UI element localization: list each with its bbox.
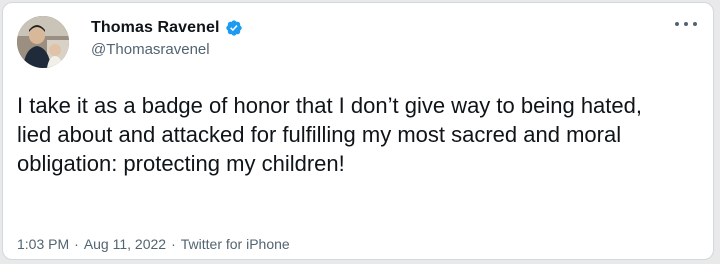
more-horizontal-icon — [693, 22, 697, 26]
tweet-source: Twitter for iPhone — [180, 236, 290, 252]
tweet-card[interactable]: Thomas Ravenel @Thomasravenel I take it … — [2, 2, 714, 260]
author-name-row: Thomas Ravenel — [91, 17, 243, 39]
more-options-button[interactable] — [675, 17, 697, 31]
verified-badge-icon — [225, 20, 242, 36]
separator-dot: · — [171, 236, 176, 252]
tweet-date[interactable]: Aug 11, 2022 — [84, 236, 166, 252]
separator-dot: · — [74, 236, 79, 252]
tweet-metadata: 1:03 PM · Aug 11, 2022 · Twitter for iPh… — [17, 236, 290, 252]
avatar[interactable] — [17, 16, 69, 68]
more-horizontal-icon — [675, 22, 679, 26]
more-horizontal-icon — [684, 22, 688, 26]
tweet-time[interactable]: 1:03 PM — [17, 236, 69, 252]
display-name[interactable]: Thomas Ravenel — [91, 19, 220, 37]
author-handle[interactable]: @Thomasravenel — [91, 41, 210, 58]
profile-photo-icon — [17, 16, 69, 68]
tweet-text: I take it as a badge of honor that I don… — [17, 93, 642, 176]
